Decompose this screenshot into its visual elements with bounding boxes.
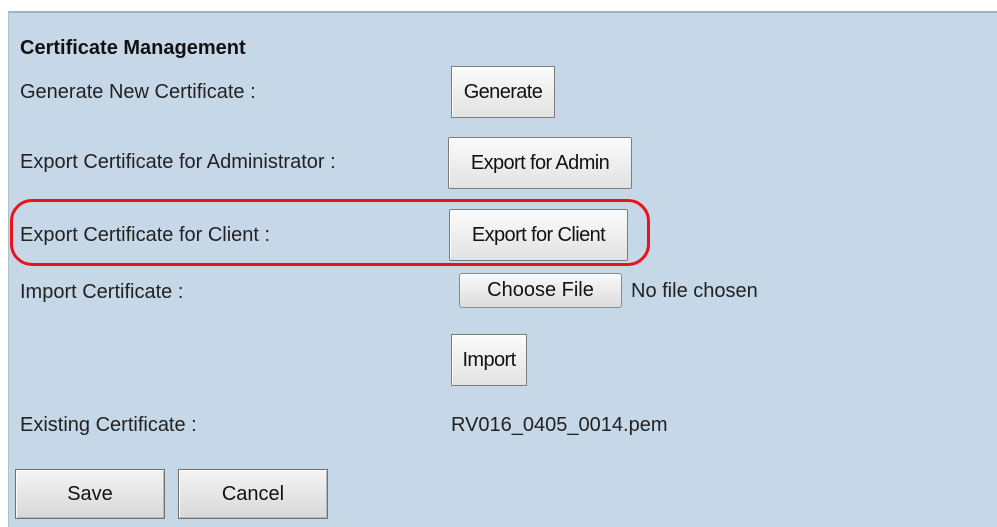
generate-button[interactable]: Generate [451,66,555,118]
section-title: Certificate Management [20,37,246,59]
existing-certificate-value: RV016_0405_0014.pem [451,414,668,436]
cancel-button[interactable]: Cancel [178,469,328,519]
generate-certificate-label: Generate New Certificate : [20,81,256,103]
export-admin-button[interactable]: Export for Admin [448,137,632,189]
save-button[interactable]: Save [15,469,165,519]
file-status-text: No file chosen [631,280,758,302]
choose-file-button[interactable]: Choose File [459,273,622,308]
import-certificate-label: Import Certificate : [20,281,184,303]
existing-certificate-label: Existing Certificate : [20,414,197,436]
export-client-button[interactable]: Export for Client [449,209,628,261]
export-admin-label: Export Certificate for Administrator : [20,151,336,173]
import-button[interactable]: Import [451,334,527,386]
export-client-label: Export Certificate for Client : [20,224,271,246]
